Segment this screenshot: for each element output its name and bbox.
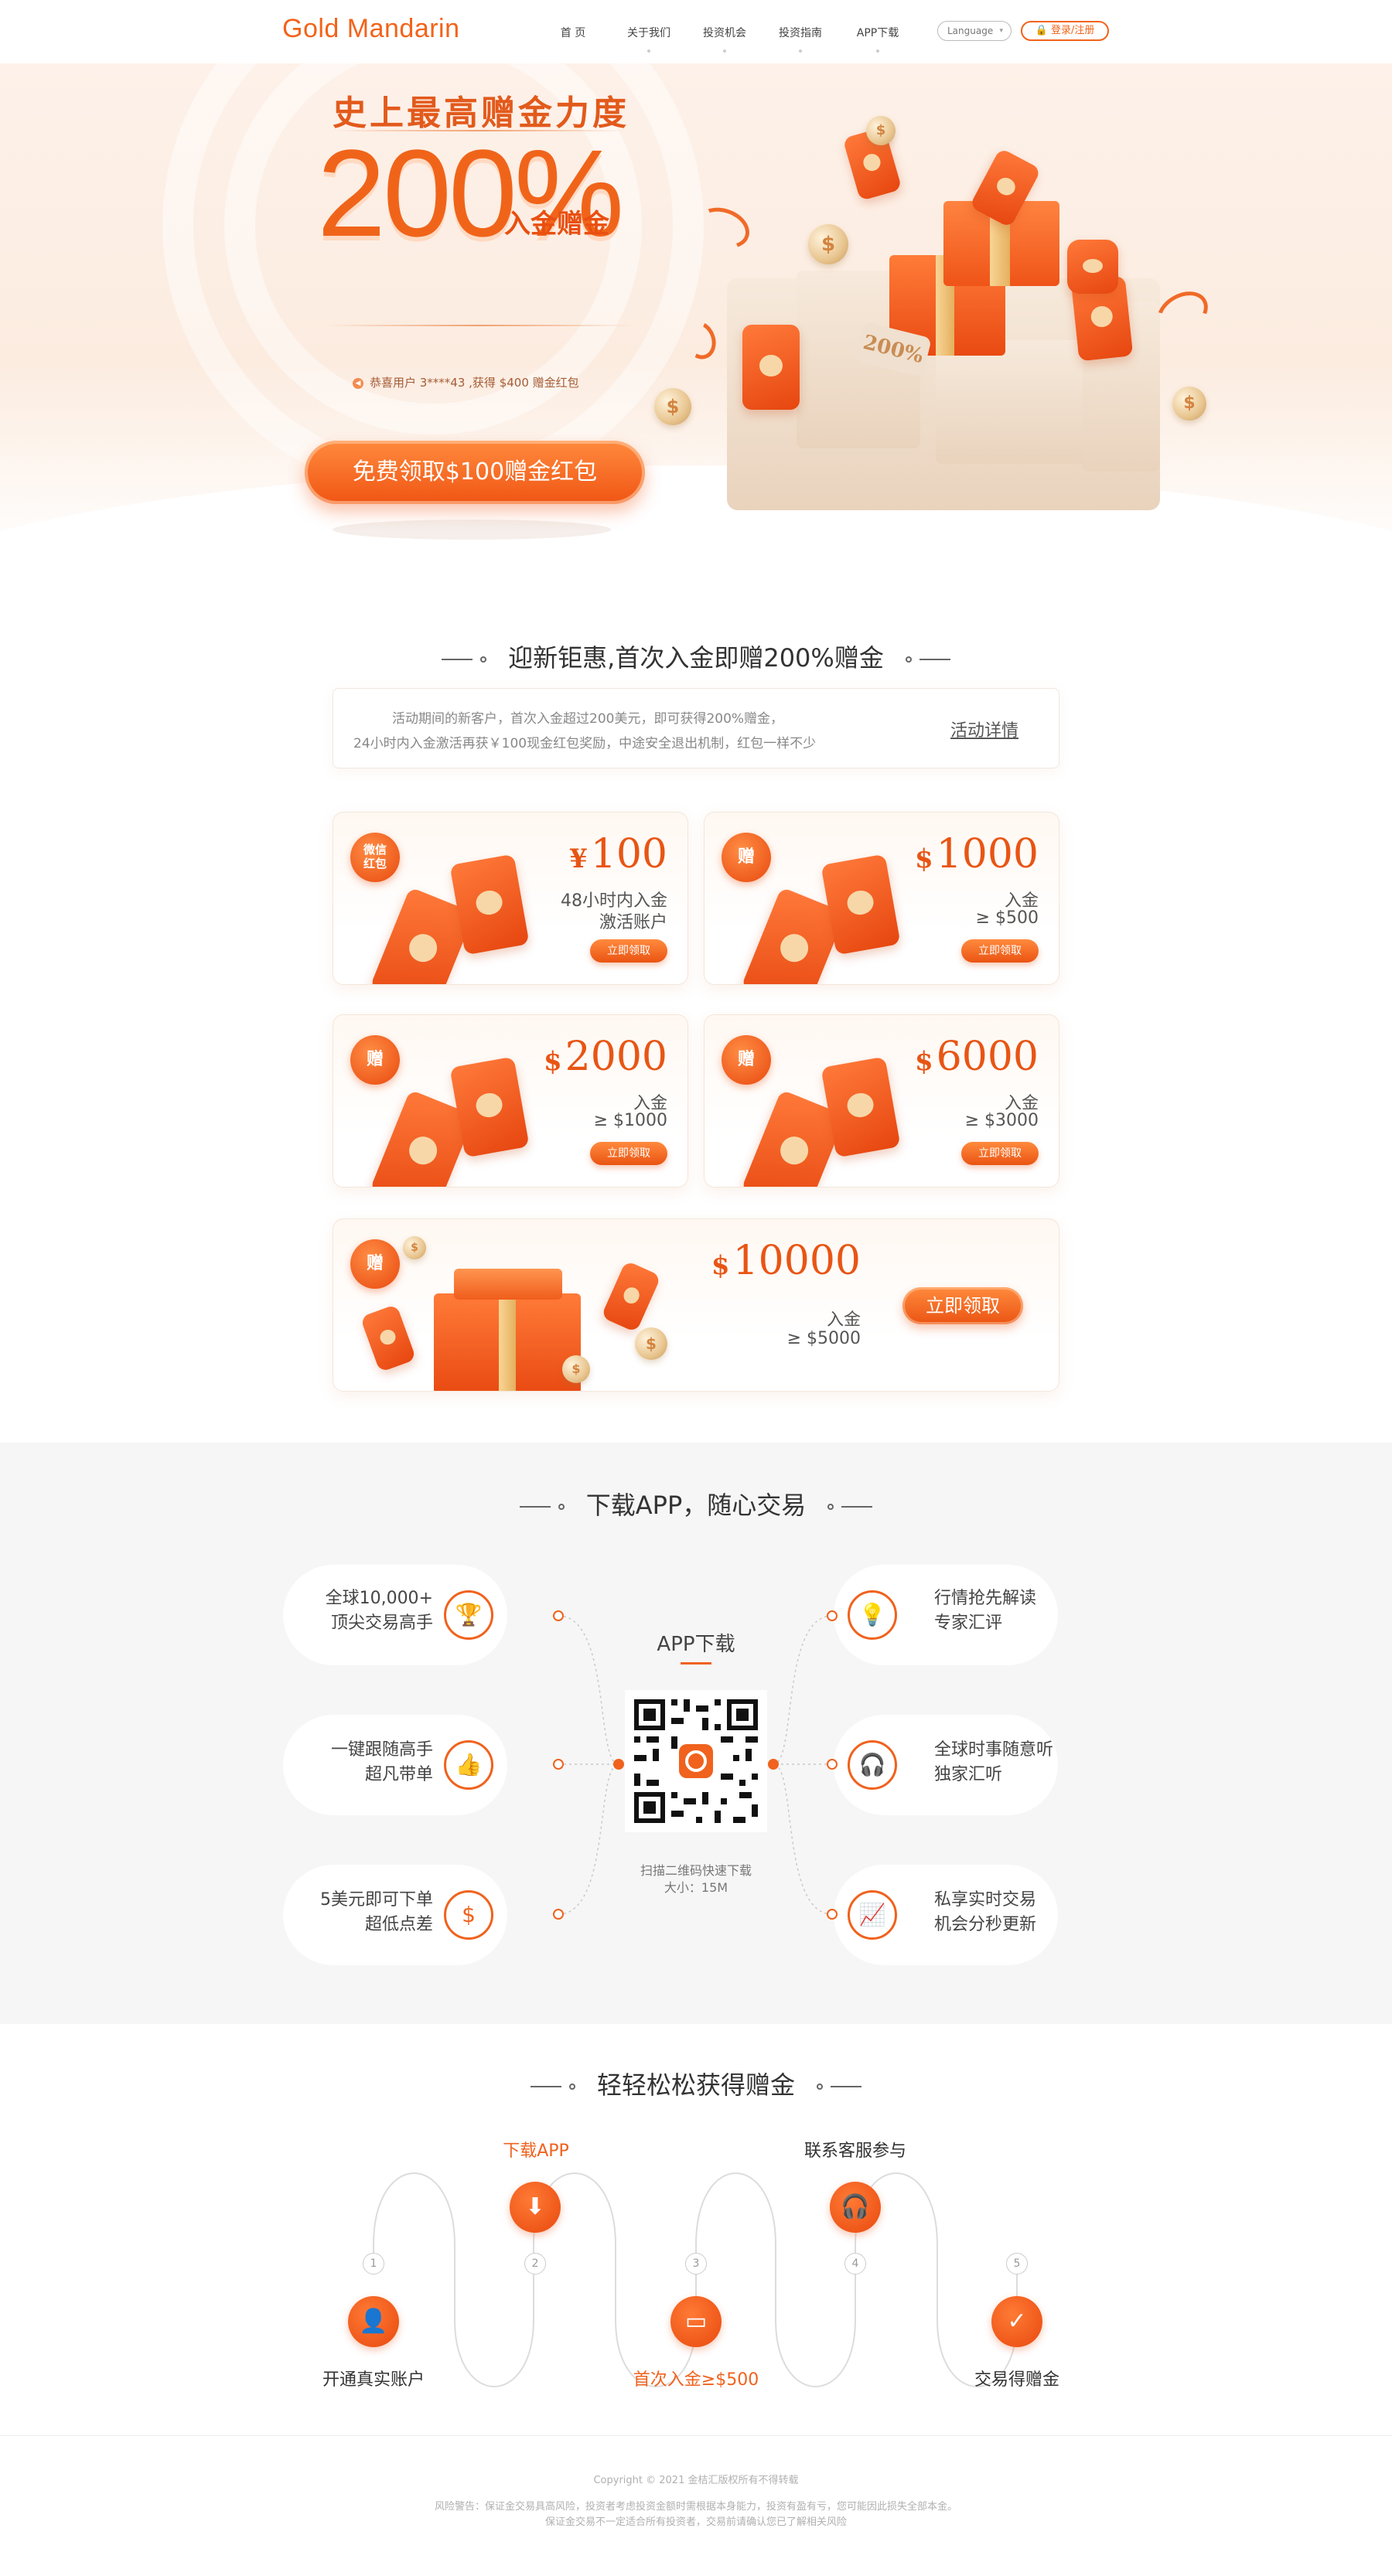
- step-1-number: 1: [363, 2253, 384, 2274]
- step-3-number: 3: [685, 2253, 707, 2274]
- footer-risk-warning-2: 保证金交易不一定适合所有投资者，交易前请确认您已了解相关风险: [544, 2516, 847, 2528]
- download-icon: ⬇: [510, 2182, 561, 2233]
- step-4-number: 4: [844, 2253, 866, 2274]
- headset-icon: 🎧: [830, 2182, 881, 2233]
- step-2-number: 2: [524, 2253, 546, 2274]
- site-footer: Copyright © 2021 金桔汇版权所有不得转载 风险警告：保证金交易具…: [0, 2435, 1392, 2576]
- steps-wave-path: [373, 2172, 1018, 2387]
- footer-copyright: Copyright © 2021 金桔汇版权所有不得转载: [593, 2475, 799, 2486]
- card-icon: ▭: [670, 2296, 722, 2347]
- footer-risk-warning-1: 风险警告：保证金交易具高风险，投资者考虑投资金额时需根据本身能力，投资有盈有亏，…: [434, 2501, 957, 2513]
- check-icon: ✓: [991, 2296, 1042, 2347]
- step-4-label: 联系客服参与: [803, 2142, 906, 2161]
- step-5-label: 交易得赠金: [974, 2370, 1059, 2390]
- step-3-label: 首次入金≥$500: [633, 2370, 759, 2390]
- user-add-icon: 👤: [348, 2296, 399, 2347]
- step-5-number: 5: [1006, 2253, 1028, 2274]
- step-1-label: 开通真实账户: [322, 2370, 425, 2390]
- step-2-label: 下载APP: [503, 2142, 569, 2161]
